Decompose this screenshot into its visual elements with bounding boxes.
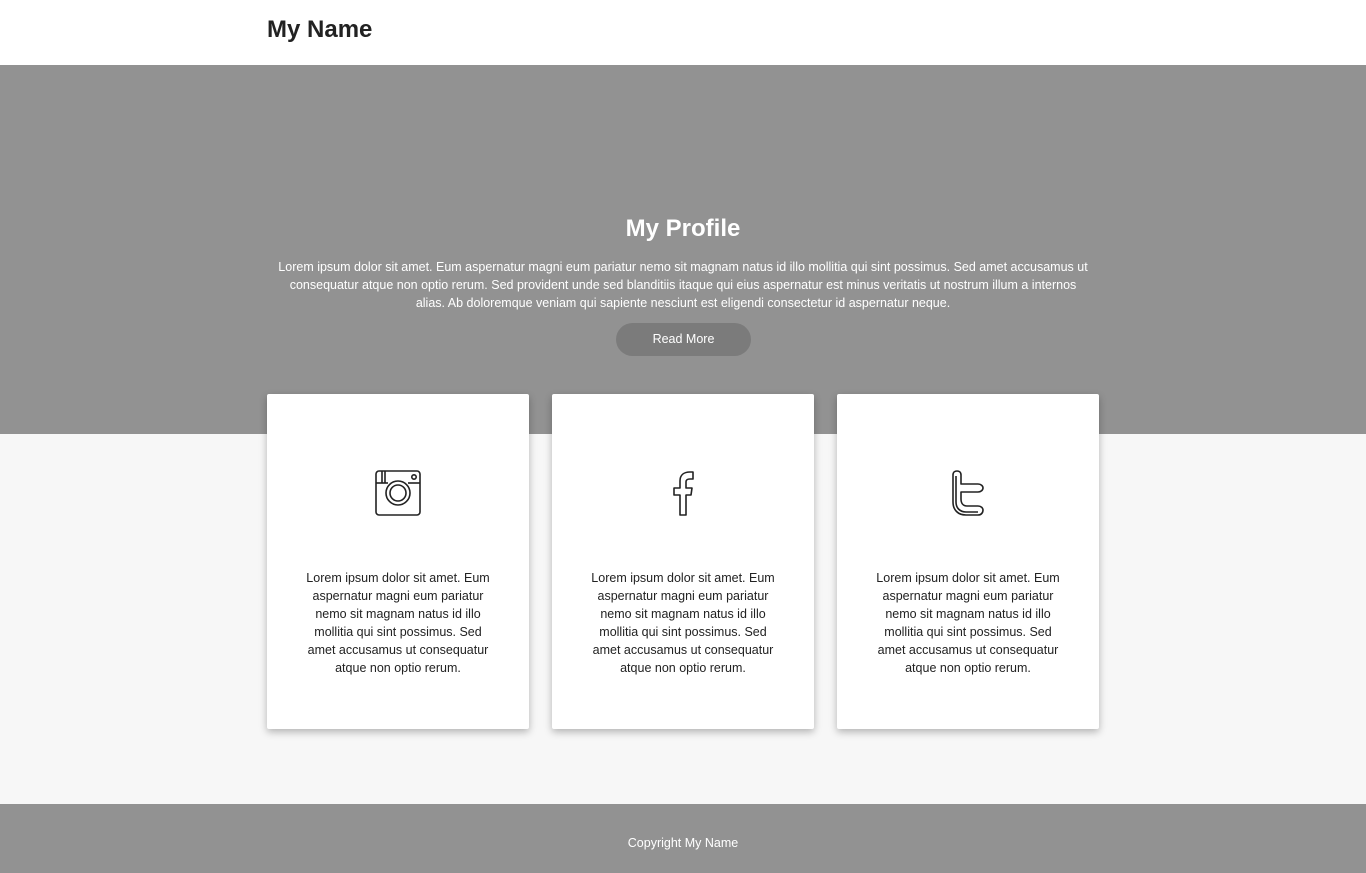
card-text: Lorem ipsum dolor sit amet. Eum aspernat… (876, 571, 1060, 675)
twitter-icon[interactable] (943, 468, 993, 518)
card-text: Lorem ipsum dolor sit amet. Eum aspernat… (591, 571, 775, 675)
card-facebook: Lorem ipsum dolor sit amet. Eum aspernat… (552, 394, 814, 729)
facebook-icon[interactable] (658, 468, 708, 518)
hero-title: My Profile (625, 215, 741, 242)
instagram-icon[interactable] (373, 468, 423, 518)
card-text: Lorem ipsum dolor sit amet. Eum aspernat… (306, 571, 490, 675)
top-navbar: My Name (0, 0, 1366, 65)
card-instagram: Lorem ipsum dolor sit amet. Eum aspernat… (267, 394, 529, 729)
footer: Copyright My Name (0, 804, 1366, 873)
copyright-text: Copyright My Name (627, 836, 739, 850)
hero-section: My Profile Lorem ipsum dolor sit amet. E… (0, 65, 1366, 434)
read-more-button[interactable]: Read More (616, 323, 751, 356)
card-twitter: Lorem ipsum dolor sit amet. Eum aspernat… (837, 394, 1099, 729)
brand-title[interactable]: My Name (267, 16, 372, 44)
hero-description: Lorem ipsum dolor sit amet. Eum aspernat… (278, 260, 1088, 310)
